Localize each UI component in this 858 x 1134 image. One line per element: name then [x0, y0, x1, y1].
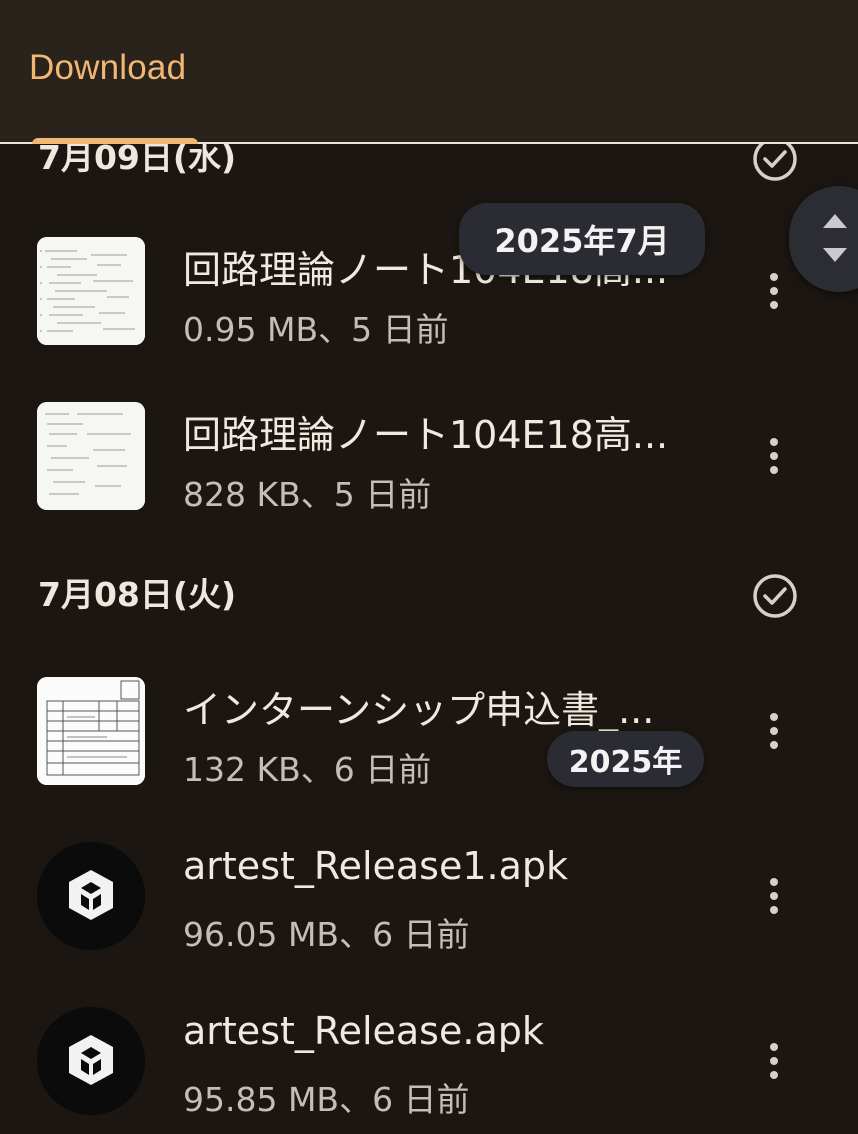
list-item[interactable]: インターンシップ申込書_... 132 KB、6 日前 — [0, 677, 858, 827]
select-all-check-icon[interactable] — [752, 144, 798, 182]
unity-app-icon — [37, 1007, 145, 1115]
unity-app-icon — [37, 842, 145, 950]
section-date: 7月08日(火) — [38, 575, 237, 614]
more-options-icon[interactable] — [750, 432, 798, 480]
scroll-date-tooltip: 2025年7月 — [459, 203, 705, 275]
select-all-check-icon[interactable] — [752, 573, 798, 619]
fast-scroll-handle[interactable] — [789, 186, 858, 292]
more-options-icon[interactable] — [750, 872, 798, 920]
file-title: 回路理論ノート104E18高... — [183, 413, 669, 457]
file-title: artest_Release.apk — [183, 1009, 544, 1053]
file-title: artest_Release1.apk — [183, 844, 569, 888]
more-options-icon[interactable] — [750, 1037, 798, 1085]
section-header: 7月08日(火) — [0, 565, 858, 625]
list-item[interactable]: 回路理論ノート104E18高... 828 KB、5 日前 — [0, 402, 858, 552]
file-meta: 132 KB、6 日前 — [183, 750, 432, 789]
file-list[interactable]: 7月09日(水) 回路理論ノート104E18高... 0.95 MB、5 日前 — [0, 144, 858, 1134]
list-item[interactable]: 回路理論ノート104E18高... 0.95 MB、5 日前 — [0, 237, 858, 387]
file-meta: 95.85 MB、6 日前 — [183, 1080, 470, 1119]
form-thumbnail — [37, 677, 145, 785]
list-item[interactable]: artest_Release.apk 95.85 MB、6 日前 — [0, 1007, 858, 1134]
file-title: インターンシップ申込書_... — [183, 688, 655, 732]
app-bar: Download — [0, 0, 858, 144]
year-tooltip: 2025年 — [547, 731, 704, 787]
document-thumbnail — [37, 237, 145, 345]
document-thumbnail — [37, 402, 145, 510]
section-header: 7月09日(水) — [0, 144, 858, 188]
tab-download[interactable]: Download — [29, 48, 186, 88]
section-date: 7月09日(水) — [38, 144, 237, 177]
file-meta: 0.95 MB、5 日前 — [183, 310, 449, 349]
more-options-icon[interactable] — [750, 707, 798, 755]
list-item[interactable]: artest_Release1.apk 96.05 MB、6 日前 — [0, 842, 858, 992]
file-meta: 828 KB、5 日前 — [183, 475, 432, 514]
file-meta: 96.05 MB、6 日前 — [183, 915, 470, 954]
